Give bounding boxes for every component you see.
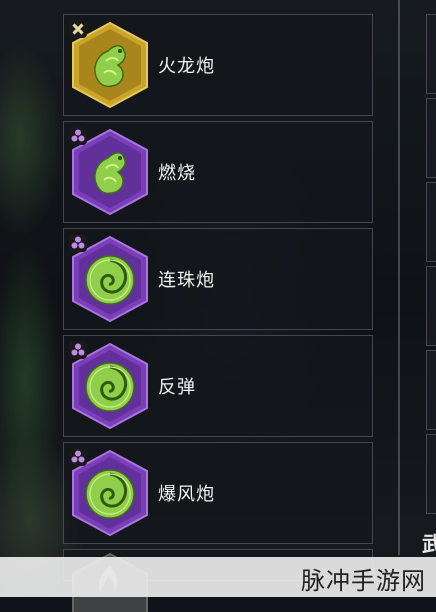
- watermark-text: 脉冲手游网: [301, 567, 426, 595]
- right-panel-slot[interactable]: [426, 182, 436, 262]
- skill-label: 爆风炮: [158, 484, 215, 505]
- trefoil-badge-icon: [69, 127, 87, 145]
- skill-row[interactable]: 火龙炮: [63, 14, 373, 116]
- skill-label: 连珠炮: [158, 270, 215, 291]
- cross-badge-icon: [69, 20, 87, 38]
- skill-row[interactable]: 爆风炮: [63, 442, 373, 544]
- skill-row[interactable]: 反弹: [63, 335, 373, 437]
- right-panel-slot[interactable]: [426, 98, 436, 178]
- swirl-icon: [85, 362, 135, 412]
- trefoil-badge-icon: [69, 448, 87, 466]
- trefoil-badge-icon: [69, 234, 87, 252]
- right-panel-slot[interactable]: [426, 266, 436, 346]
- skill-row[interactable]: 连珠炮: [63, 228, 373, 330]
- panel-divider: [398, 0, 400, 555]
- right-panel-slot[interactable]: [426, 434, 436, 514]
- right-panel-slot[interactable]: [426, 350, 436, 430]
- right-panel-slot[interactable]: [426, 14, 436, 94]
- swirl-icon: [85, 469, 135, 519]
- right-panel-heading: 武: [422, 532, 436, 556]
- skill-label: 反弹: [158, 377, 196, 398]
- swirl-icon: [85, 255, 135, 305]
- skill-label: 燃烧: [158, 163, 196, 184]
- skill-row[interactable]: 燃烧: [63, 121, 373, 223]
- skill-label: 火龙炮: [158, 56, 215, 77]
- trefoil-badge-icon: [69, 341, 87, 359]
